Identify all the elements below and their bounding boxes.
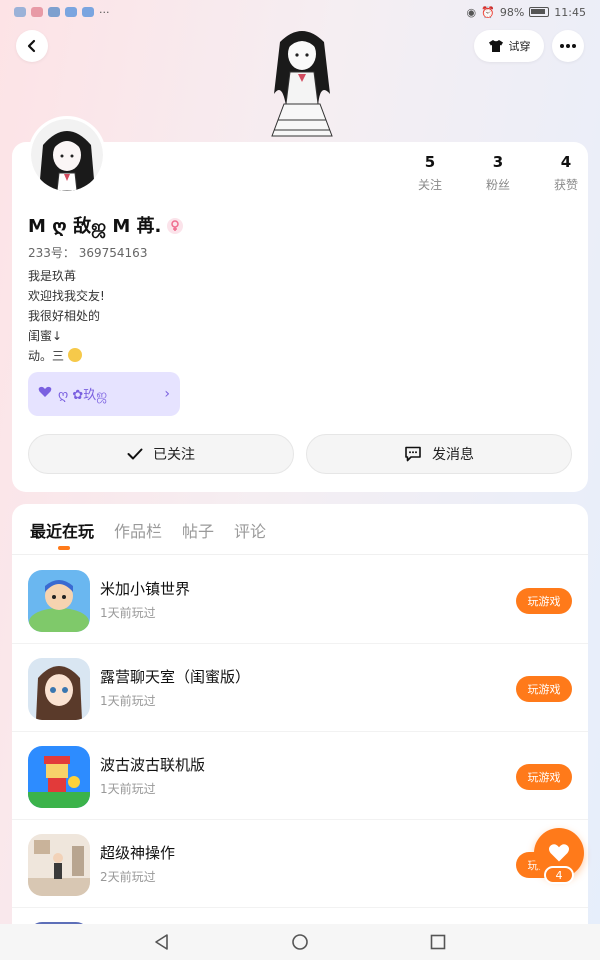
game-last-played: 1天前玩过 bbox=[100, 782, 156, 796]
game-icon bbox=[28, 834, 90, 896]
uid-row: 233号： 369754163 bbox=[28, 244, 147, 261]
battery-percent: 98% bbox=[499, 5, 525, 19]
like-count-badge: 4 bbox=[544, 866, 574, 884]
notification-icon bbox=[65, 7, 77, 17]
bio-line: 闺蜜↓ bbox=[28, 329, 63, 343]
stats-row: 5 关注 3 粉丝 4 获赞 bbox=[396, 152, 600, 193]
character-avatar-figure[interactable] bbox=[260, 24, 344, 142]
notification-icon bbox=[82, 7, 94, 17]
notification-icon bbox=[31, 7, 43, 17]
bio-line: 欢迎找我交友! bbox=[28, 289, 105, 303]
play-button[interactable]: 玩游戏 bbox=[516, 588, 572, 614]
alarm-icon: ⏰ bbox=[481, 5, 495, 19]
tab-comments[interactable]: 评论 bbox=[234, 518, 266, 542]
message-button[interactable]: 发消息 bbox=[306, 434, 572, 474]
game-last-played: 2天前玩过 bbox=[100, 870, 156, 884]
tab-recently-played[interactable]: 最近在玩 bbox=[30, 518, 94, 542]
nav-home-icon[interactable] bbox=[291, 933, 309, 951]
nickname-row: M ღ 敌ஜ M 苒. bbox=[28, 212, 184, 239]
chevron-left-icon bbox=[27, 39, 36, 53]
game-icon bbox=[28, 746, 90, 808]
game-row[interactable]: 超级神操作 2天前玩过 玩游戏 bbox=[12, 820, 588, 908]
bio-line: 我很好相处的 bbox=[28, 309, 101, 323]
club-badge[interactable]: ღ ✿玖ஜ › bbox=[28, 372, 180, 416]
game-icon bbox=[28, 570, 90, 632]
chat-icon bbox=[405, 446, 421, 462]
tab-bar: 最近在玩 作品栏 帖子 评论 bbox=[30, 512, 266, 548]
game-row[interactable]: 米加小镇世界 1天前玩过 玩游戏 bbox=[12, 556, 588, 644]
stat-label: 粉丝 bbox=[485, 178, 510, 192]
game-last-played: 1天前玩过 bbox=[100, 606, 156, 620]
game-row[interactable]: 露营聊天室（闺蜜版） 1天前玩过 玩游戏 bbox=[12, 644, 588, 732]
follow-button[interactable]: 已关注 bbox=[28, 434, 294, 474]
profile-page: ··· ◉ ⏰ 98% 11:45 试穿 5 关注 3 粉丝 4 获赞 M ღ … bbox=[0, 0, 600, 960]
content-card: 最近在玩 作品栏 帖子 评论 米加小镇世界 1天前玩过 玩游戏 露营聊天室（闺蜜… bbox=[12, 504, 588, 934]
clock: 11:45 bbox=[554, 5, 586, 19]
follow-label: 已关注 bbox=[153, 447, 195, 463]
emoji-icon bbox=[67, 348, 82, 362]
bio-line: 我是玖苒 bbox=[28, 269, 77, 283]
game-last-played: 1天前玩过 bbox=[100, 694, 156, 708]
stat-label: 获赞 bbox=[553, 178, 578, 192]
profile-card: 5 关注 3 粉丝 4 获赞 M ღ 敌ஜ M 苒. 233号： 3697541… bbox=[12, 142, 588, 492]
game-icon bbox=[28, 658, 90, 720]
try-on-button[interactable]: 试穿 bbox=[474, 30, 544, 62]
stat-likes[interactable]: 4 获赞 bbox=[532, 152, 600, 193]
play-button[interactable]: 玩游戏 bbox=[516, 764, 572, 790]
stat-value: 5 bbox=[424, 153, 436, 171]
game-name: 波古波古联机版 bbox=[100, 756, 206, 774]
uid-value: 369754163 bbox=[78, 246, 148, 260]
bio-last-line: 动。三 bbox=[28, 346, 105, 366]
chevron-right-icon: › bbox=[164, 386, 170, 402]
stat-value: 3 bbox=[492, 153, 504, 171]
avatar[interactable] bbox=[28, 116, 106, 194]
heart-icon bbox=[548, 844, 570, 862]
status-right: ◉ ⏰ 98% 11:45 bbox=[467, 6, 586, 19]
nav-back-icon[interactable] bbox=[153, 933, 171, 951]
nav-recents-icon[interactable] bbox=[429, 933, 447, 951]
status-left: ··· bbox=[14, 6, 110, 19]
back-button[interactable] bbox=[16, 30, 48, 62]
female-icon bbox=[167, 217, 184, 234]
more-icon bbox=[560, 44, 576, 48]
battery-icon bbox=[529, 7, 550, 17]
bio: 我是玖苒 欢迎找我交友! 我很好相处的 闺蜜↓ 动。三 bbox=[28, 266, 105, 366]
try-on-label: 试穿 bbox=[508, 40, 531, 53]
game-name: 米加小镇世界 bbox=[100, 580, 191, 598]
check-icon bbox=[127, 448, 143, 460]
more-button[interactable] bbox=[552, 30, 584, 62]
uid-label: 233号： bbox=[28, 246, 75, 260]
stat-following[interactable]: 5 关注 bbox=[396, 152, 464, 193]
game-name: 超级神操作 bbox=[100, 844, 176, 862]
status-bar: ··· ◉ ⏰ 98% 11:45 bbox=[0, 0, 600, 24]
play-button[interactable]: 玩游戏 bbox=[516, 676, 572, 702]
stat-label: 关注 bbox=[417, 178, 442, 192]
wifi-icon bbox=[14, 7, 26, 17]
stat-followers[interactable]: 3 粉丝 bbox=[464, 152, 532, 193]
eye-icon: ◉ bbox=[466, 5, 477, 19]
bio-line: 动。三 bbox=[28, 349, 65, 363]
club-name: ღ ✿玖ஜ bbox=[58, 388, 108, 403]
tab-posts[interactable]: 帖子 bbox=[182, 518, 214, 542]
game-row[interactable]: 波古波古联机版 1天前玩过 玩游戏 bbox=[12, 732, 588, 820]
stat-value: 4 bbox=[560, 153, 572, 171]
tab-indicator bbox=[58, 546, 70, 550]
heart-icon bbox=[38, 386, 52, 402]
nickname: M ღ 敌ஜ M 苒. bbox=[28, 216, 162, 237]
tshirt-icon bbox=[488, 40, 503, 52]
notification-icon bbox=[48, 7, 60, 17]
message-label: 发消息 bbox=[432, 447, 474, 463]
system-nav-bar bbox=[0, 924, 600, 960]
tab-works[interactable]: 作品栏 bbox=[114, 518, 162, 542]
divider bbox=[12, 554, 588, 555]
more-notifications: ··· bbox=[99, 5, 110, 19]
game-name: 露营聊天室（闺蜜版） bbox=[100, 668, 251, 686]
